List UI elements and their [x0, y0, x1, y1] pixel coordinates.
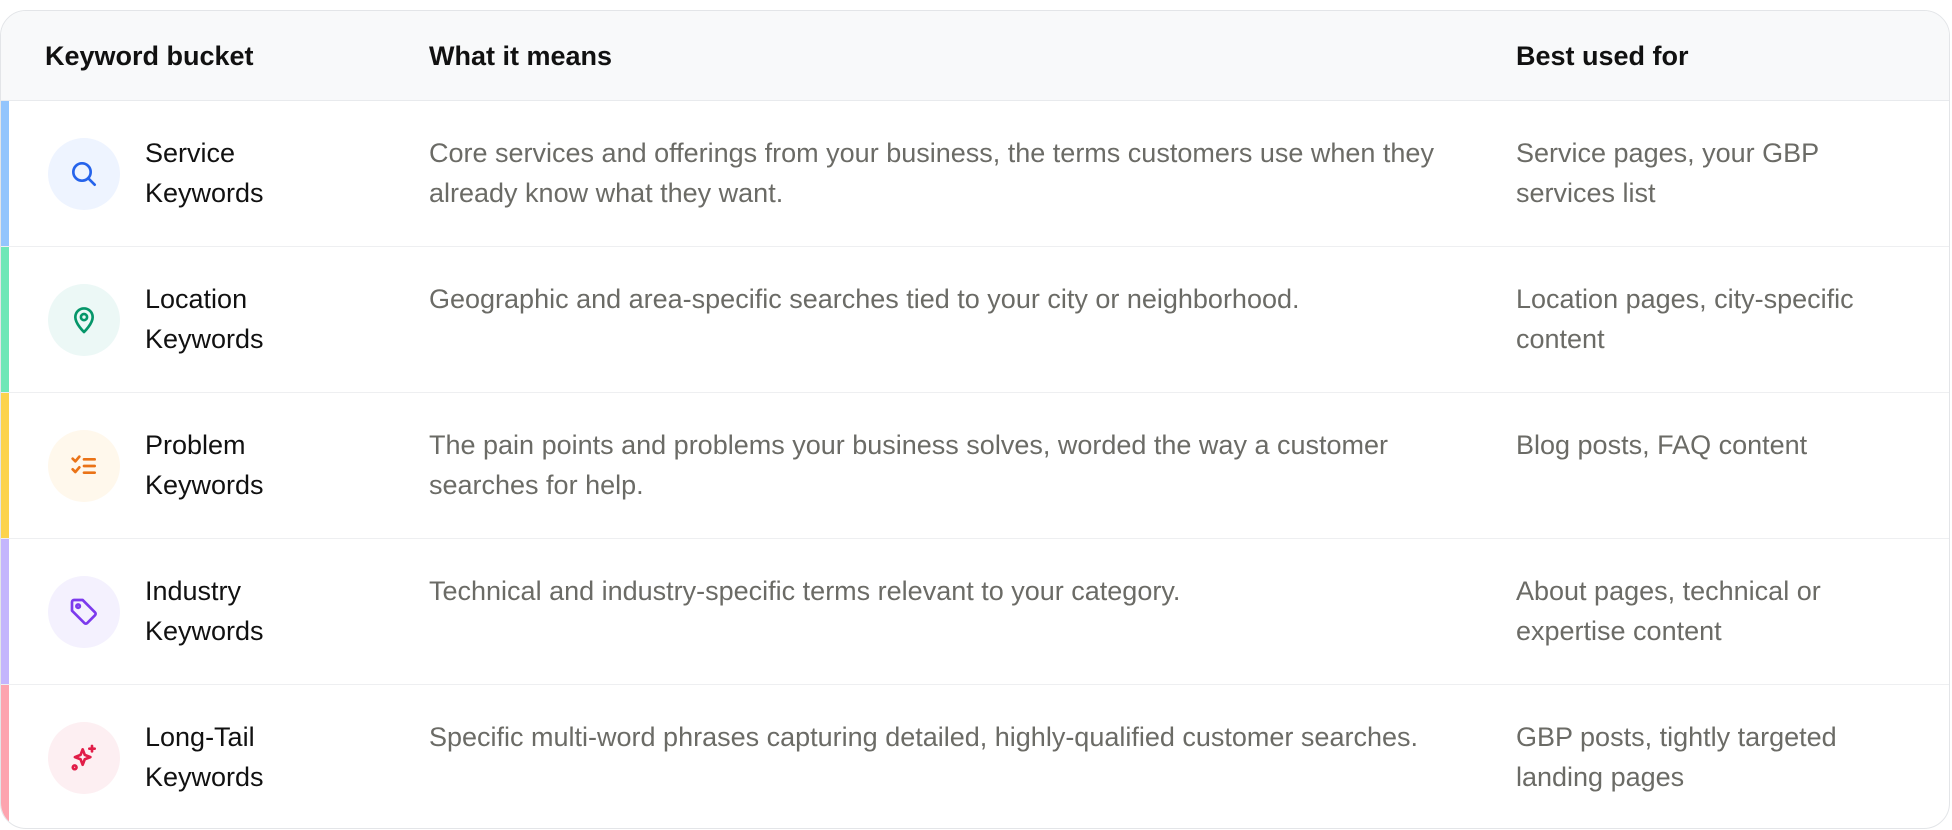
row-accent-bar — [1, 101, 9, 246]
search-icon — [48, 138, 120, 210]
bucket-best-used-for: Location pages, city-specific content — [1516, 284, 1854, 354]
keyword-buckets-table: Keyword bucket What it means Best used f… — [0, 10, 1950, 829]
row-accent-bar — [1, 393, 9, 538]
bucket-meaning: Technical and industry-specific terms re… — [429, 576, 1181, 606]
row-accent-bar — [1, 539, 9, 684]
table-row-long-tail: Long-Tail Keywords Specific multi-word p… — [1, 685, 1949, 828]
table-row-industry: Industry Keywords Technical and industry… — [1, 539, 1949, 685]
bucket-best-used-for: GBP posts, tightly targeted landing page… — [1516, 722, 1837, 792]
table-row-problem: Problem Keywords The pain points and pro… — [1, 393, 1949, 539]
checklist-icon — [48, 430, 120, 502]
table-row-service: Service Keywords Core services and offer… — [1, 101, 1949, 247]
row-accent-bar — [1, 685, 9, 828]
bucket-meaning: Geographic and area-specific searches ti… — [429, 284, 1300, 314]
bucket-meaning: Specific multi-word phrases capturing de… — [429, 722, 1418, 752]
bucket-meaning: The pain points and problems your busine… — [429, 430, 1389, 500]
row-accent-bar — [1, 247, 9, 392]
bucket-best-used-for: Service pages, your GBP services list — [1516, 138, 1819, 208]
bucket-name: Long-Tail Keywords — [145, 722, 264, 792]
sparkle-icon — [48, 722, 120, 794]
bucket-best-used-for: About pages, technical or expertise cont… — [1516, 576, 1821, 646]
tag-icon — [48, 576, 120, 648]
header-what-it-means: What it means — [429, 41, 613, 71]
header-keyword-bucket: Keyword bucket — [45, 41, 254, 71]
header-best-used-for: Best used for — [1516, 41, 1689, 71]
bucket-name: Problem Keywords — [145, 430, 264, 500]
bucket-name: Service Keywords — [145, 138, 264, 208]
table-header-row: Keyword bucket What it means Best used f… — [1, 11, 1949, 101]
bucket-meaning: Core services and offerings from your bu… — [429, 138, 1434, 208]
bucket-name: Location Keywords — [145, 284, 264, 354]
bucket-best-used-for: Blog posts, FAQ content — [1516, 430, 1808, 460]
map-pin-icon — [48, 284, 120, 356]
bucket-name: Industry Keywords — [145, 576, 264, 646]
table-row-location: Location Keywords Geographic and area-sp… — [1, 247, 1949, 393]
